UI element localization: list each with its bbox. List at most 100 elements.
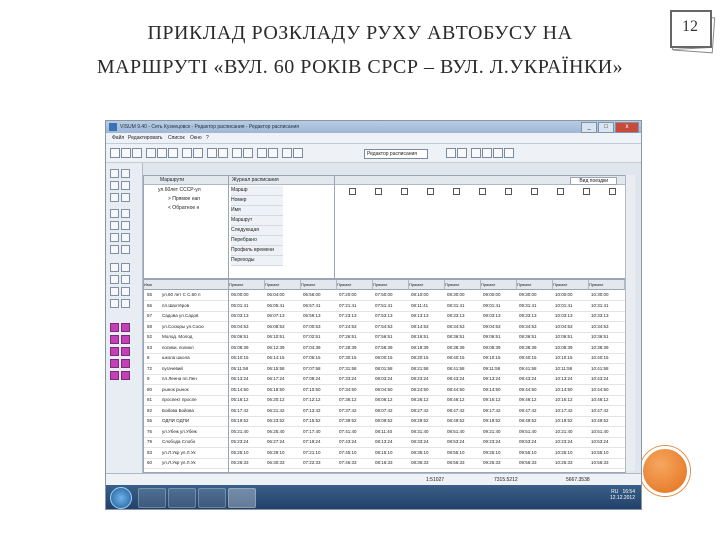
time-cell[interactable]: 10:53:24 bbox=[591, 437, 625, 447]
time-cell[interactable]: 05:16:12 bbox=[231, 395, 265, 405]
time-cell[interactable]: 08:51:40 bbox=[447, 427, 481, 437]
menu-edit[interactable]: Редактировать bbox=[128, 135, 163, 141]
time-cell[interactable]: 09:08:39 bbox=[483, 343, 517, 353]
time-cell[interactable]: 09:31:41 bbox=[519, 301, 553, 311]
time-cell[interactable]: 07:23:13 bbox=[339, 311, 373, 321]
time-cell[interactable]: 10:26:33 bbox=[555, 458, 589, 468]
stop-row[interactable]: 60 ул.Л.Укр ул.Л.Ук bbox=[144, 458, 228, 469]
time-cell[interactable]: 09:11:58 bbox=[483, 364, 517, 374]
magenta-tool-icon[interactable] bbox=[121, 359, 130, 368]
column-header[interactable]: Прямое bbox=[553, 280, 589, 290]
time-cell[interactable]: 07:21:10 bbox=[303, 448, 337, 458]
time-cell[interactable]: 08:26:12 bbox=[411, 395, 445, 405]
tool-icon[interactable] bbox=[110, 193, 119, 202]
time-cell[interactable]: 05:26:33 bbox=[231, 458, 265, 468]
time-cell[interactable]: 09:00:00 bbox=[483, 290, 517, 300]
time-cell[interactable]: 10:00:00 bbox=[555, 290, 589, 300]
column-header[interactable]: Прямое bbox=[229, 280, 265, 290]
time-cell[interactable]: 09:23:24 bbox=[483, 437, 517, 447]
time-cell[interactable]: 06:15:58 bbox=[267, 364, 301, 374]
time-cell[interactable]: 06:30:33 bbox=[267, 458, 301, 468]
time-cell[interactable]: 10:11:58 bbox=[555, 364, 589, 374]
time-cell[interactable]: 07:28:39 bbox=[339, 343, 373, 353]
time-cell[interactable]: 09:16:12 bbox=[483, 395, 517, 405]
tool-icon[interactable] bbox=[110, 169, 119, 178]
tool-icon[interactable] bbox=[121, 209, 130, 218]
time-cell[interactable]: 10:16:12 bbox=[555, 395, 589, 405]
table-row[interactable]: 05:04:53 06:08:53 07:00:53 07:24:53 07:54:53… bbox=[229, 322, 625, 333]
tool-icon[interactable] bbox=[110, 287, 119, 296]
column-checkbox[interactable] bbox=[453, 188, 460, 195]
magenta-tool-icon[interactable] bbox=[110, 347, 119, 356]
table-row[interactable]: 05:03:13 06:07:13 06:59:13 07:23:13 07:53:13… bbox=[229, 311, 625, 322]
time-cell[interactable]: 07:58:39 bbox=[375, 343, 409, 353]
time-cell[interactable]: 07:10:50 bbox=[303, 385, 337, 395]
column-header[interactable]: Прямое bbox=[445, 280, 481, 290]
time-cell[interactable]: 07:36:12 bbox=[339, 395, 373, 405]
time-cell[interactable]: 10:31:41 bbox=[591, 301, 625, 311]
column-header[interactable]: Прямое bbox=[481, 280, 517, 290]
time-cell[interactable]: 10:40:15 bbox=[591, 353, 625, 363]
time-cell[interactable]: 07:00:53 bbox=[303, 322, 337, 332]
time-cell[interactable]: 10:41:58 bbox=[591, 364, 625, 374]
time-cell[interactable]: 07:34:50 bbox=[339, 385, 373, 395]
column-header[interactable]: Прямое bbox=[589, 280, 625, 290]
time-cell[interactable]: 06:21:42 bbox=[267, 406, 301, 416]
column-checkbox[interactable] bbox=[479, 188, 486, 195]
time-cell[interactable]: 07:15:52 bbox=[303, 416, 337, 426]
time-cell[interactable]: 08:16:33 bbox=[375, 458, 409, 468]
time-cell[interactable]: 09:53:24 bbox=[519, 437, 553, 447]
time-cell[interactable]: 07:39:52 bbox=[339, 416, 373, 426]
stop-row[interactable]: 76 ул.Убеж ул.Убеж bbox=[144, 427, 228, 438]
tool-icon[interactable] bbox=[121, 221, 130, 230]
table-row[interactable]: 05:10:15 06:14:15 07:06:15 07:30:15 08:00:15… bbox=[229, 353, 625, 364]
time-cell[interactable]: 09:10:15 bbox=[483, 353, 517, 363]
chart-icon[interactable] bbox=[493, 148, 503, 158]
time-cell[interactable]: 06:20:12 bbox=[267, 395, 301, 405]
arrow-right-icon[interactable] bbox=[446, 148, 456, 158]
time-cell[interactable]: 09:06:51 bbox=[483, 332, 517, 342]
time-cell[interactable]: 08:01:58 bbox=[375, 364, 409, 374]
time-cell[interactable]: 05:23:24 bbox=[231, 437, 265, 447]
magenta-tool-icon[interactable] bbox=[110, 359, 119, 368]
table-row[interactable]: 05:01:41 06:05:41 06:57:41 07:21:41 07:51:41… bbox=[229, 301, 625, 312]
menu-window[interactable]: Окно bbox=[190, 135, 202, 141]
time-cell[interactable]: 10:03:13 bbox=[555, 311, 589, 321]
time-cell[interactable]: 09:56:33 bbox=[519, 458, 553, 468]
save-icon[interactable] bbox=[132, 148, 142, 158]
column-header[interactable]: Прямое bbox=[373, 280, 409, 290]
tool-icon[interactable] bbox=[110, 209, 119, 218]
column-checkbox[interactable] bbox=[609, 188, 616, 195]
time-cell[interactable]: 10:13:24 bbox=[555, 374, 589, 384]
time-cell[interactable]: 09:26:33 bbox=[483, 458, 517, 468]
time-cell[interactable]: 06:17:24 bbox=[267, 374, 301, 384]
taskbar-explorer-icon[interactable] bbox=[138, 488, 166, 508]
time-cell[interactable]: 07:06:15 bbox=[303, 353, 337, 363]
time-cell[interactable]: 07:07:58 bbox=[303, 364, 337, 374]
column-checkbox[interactable] bbox=[427, 188, 434, 195]
journal-row[interactable]: Профиль времени bbox=[231, 246, 283, 256]
time-cell[interactable]: 08:04:50 bbox=[375, 385, 409, 395]
time-cell[interactable]: 10:34:53 bbox=[591, 322, 625, 332]
time-cell[interactable]: 07:30:15 bbox=[339, 353, 373, 363]
time-cell[interactable]: 08:15:10 bbox=[375, 448, 409, 458]
time-cell[interactable]: 08:44:50 bbox=[447, 385, 481, 395]
time-cell[interactable]: 10:47:42 bbox=[591, 406, 625, 416]
editor-select[interactable]: Редактор расписания bbox=[364, 149, 428, 159]
time-cell[interactable]: 07:45:10 bbox=[339, 448, 373, 458]
journal-row[interactable]: Номер bbox=[231, 196, 283, 206]
stop-row[interactable]: 55 ул.60 лет С С.60 л bbox=[144, 290, 228, 301]
time-cell[interactable]: 05:14:50 bbox=[231, 385, 265, 395]
time-cell[interactable]: 08:20:15 bbox=[411, 353, 445, 363]
tool-icon[interactable] bbox=[121, 233, 130, 242]
table-icon[interactable] bbox=[471, 148, 481, 158]
column-checkbox[interactable] bbox=[505, 188, 512, 195]
time-cell[interactable]: 08:27:42 bbox=[411, 406, 445, 416]
menu-list[interactable]: Список bbox=[168, 135, 185, 141]
time-cell[interactable]: 07:41:40 bbox=[339, 427, 373, 437]
time-cell[interactable]: 07:22:33 bbox=[303, 458, 337, 468]
time-cell[interactable]: 05:01:41 bbox=[231, 301, 265, 311]
time-cell[interactable]: 08:14:53 bbox=[411, 322, 445, 332]
redo-icon[interactable] bbox=[193, 148, 203, 158]
table-row[interactable]: 05:16:12 06:20:12 07:12:12 07:36:12 08:06:12… bbox=[229, 395, 625, 406]
